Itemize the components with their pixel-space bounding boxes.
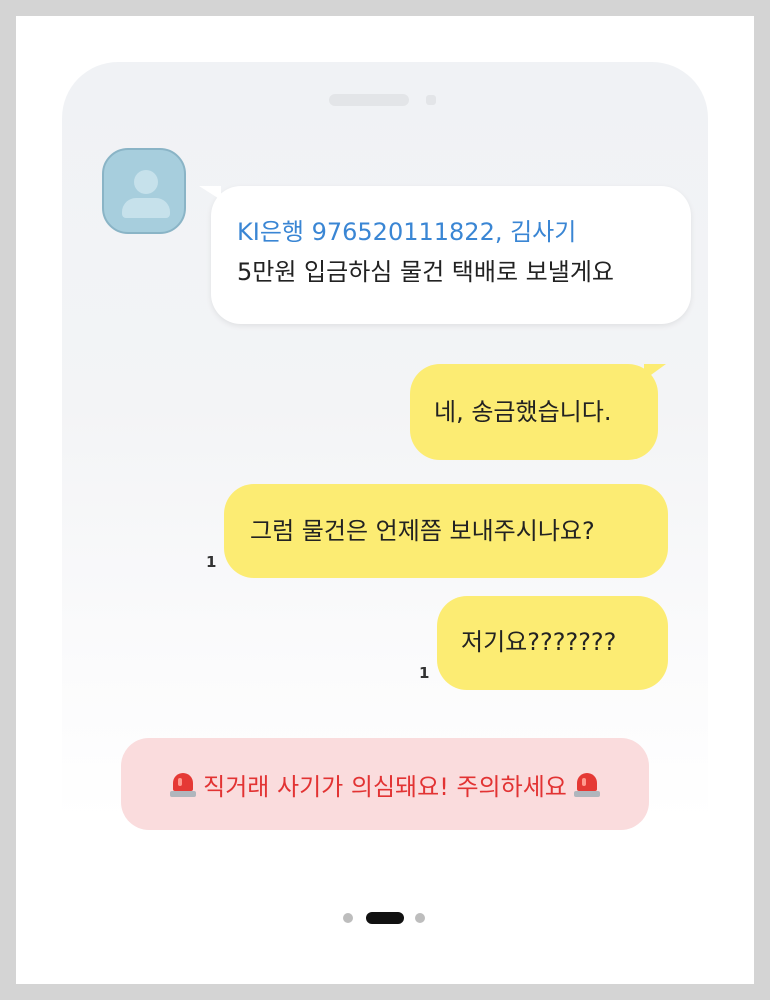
siren-icon — [573, 769, 601, 799]
fraud-warning-banner[interactable]: 직거래 사기가 의심돼요! 주의하세요 — [121, 738, 649, 830]
pager-dot-active[interactable] — [366, 912, 404, 924]
unread-count: 1 — [206, 553, 217, 571]
outgoing-message-bubble[interactable]: 네, 송금했습니다. — [410, 364, 666, 460]
bubble-tail — [644, 364, 666, 380]
phone-speaker — [329, 94, 409, 106]
bank-account-text[interactable]: KI은행 976520111822, 김사기 — [237, 212, 691, 252]
pager-dot[interactable] — [343, 913, 353, 923]
siren-icon — [169, 769, 197, 799]
outgoing-message-text: 그럼 물건은 언제쯤 보내주시나요? — [250, 517, 595, 545]
incoming-message-text: 5만원 입금하심 물건 택배로 보낼게요 — [237, 258, 614, 286]
outgoing-message-text: 네, 송금했습니다. — [434, 398, 612, 426]
unread-count: 1 — [419, 664, 430, 682]
sender-avatar[interactable] — [102, 148, 186, 234]
fraud-warning-text: 직거래 사기가 의심돼요! 주의하세요 — [203, 772, 567, 801]
person-icon-head — [134, 170, 158, 194]
bubble-tail — [199, 186, 221, 200]
person-icon-body — [122, 198, 170, 218]
phone-camera — [426, 95, 436, 105]
incoming-message-bubble[interactable]: KI은행 976520111822, 김사기 5만원 입금하심 물건 택배로 보… — [199, 186, 691, 324]
outgoing-message-bubble[interactable]: 저기요??????? — [437, 596, 668, 690]
outgoing-message-bubble[interactable]: 그럼 물건은 언제쯤 보내주시나요? — [224, 484, 668, 578]
pager-dot[interactable] — [415, 913, 425, 923]
outgoing-message-text: 저기요??????? — [461, 628, 617, 656]
